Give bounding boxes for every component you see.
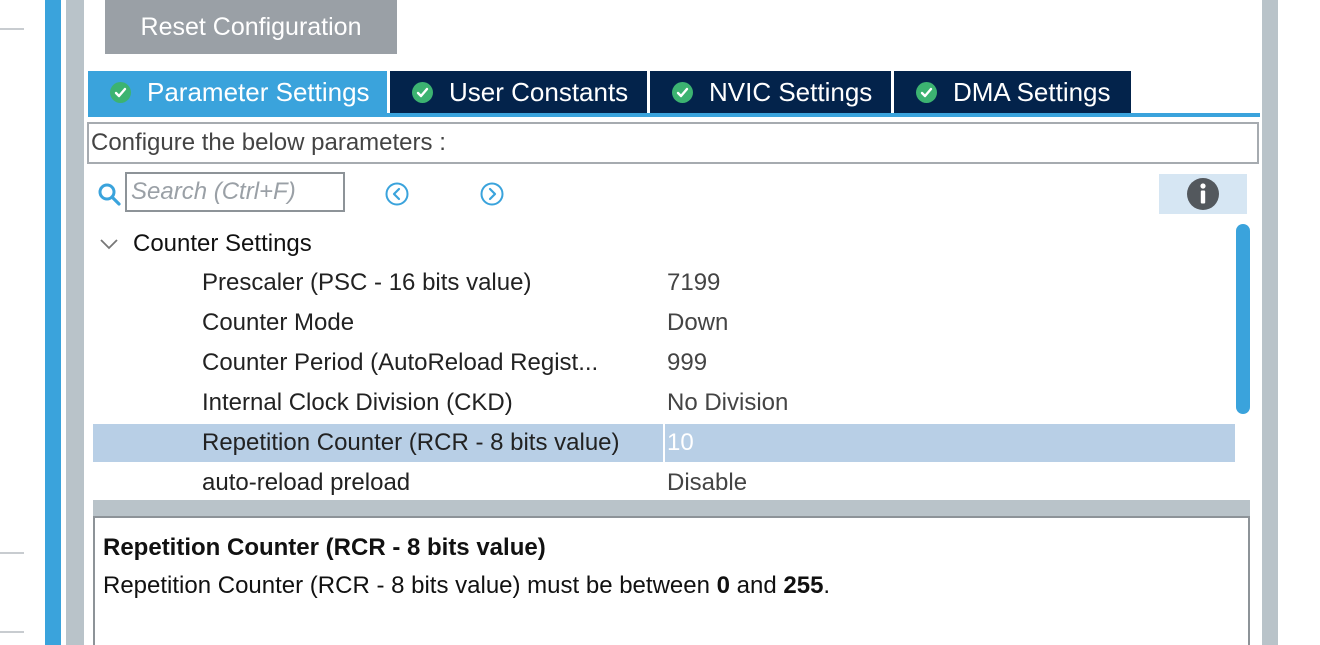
group-counter-settings[interactable]: Counter Settings (98, 226, 312, 262)
group-label: Counter Settings (133, 230, 312, 257)
param-name: Counter Mode (202, 309, 355, 336)
parameters-header: Configure the below parameters : (87, 122, 1259, 164)
search-input[interactable] (125, 172, 345, 212)
info-button[interactable] (1159, 174, 1247, 214)
tab-underline (88, 113, 1260, 117)
parameters-header-text: Configure the below parameters : (91, 129, 446, 156)
param-name: auto-reload preload (202, 469, 411, 496)
param-row-counter-period[interactable]: Counter Period (AutoReload Regist... 999 (93, 344, 1233, 382)
param-row-clock-division[interactable]: Internal Clock Division (CKD) No Divisio… (93, 384, 1233, 422)
param-name: Repetition Counter (RCR - 8 bits value) (202, 429, 620, 456)
check-circle-icon (110, 81, 131, 103)
arrow-left-circle-icon[interactable] (385, 182, 409, 206)
splitter[interactable] (93, 500, 1250, 516)
right-panel-border (1262, 0, 1278, 645)
tab-label: DMA Settings (953, 76, 1111, 107)
tab-dma-settings[interactable]: DMA Settings (894, 71, 1131, 113)
config-tabs: Parameter Settings User Constants NVIC S… (88, 71, 1134, 113)
tab-parameter-settings[interactable]: Parameter Settings (88, 71, 387, 113)
left-accent-bar (45, 0, 61, 645)
param-row-counter-mode[interactable]: Counter Mode Down (93, 304, 1233, 342)
param-name: Internal Clock Division (CKD) (202, 389, 513, 416)
param-value[interactable]: Down (667, 304, 728, 342)
left-panel-divider (0, 552, 24, 554)
param-value[interactable]: 7199 (667, 264, 720, 302)
description-panel: Repetition Counter (RCR - 8 bits value) … (93, 516, 1250, 645)
check-circle-icon (916, 81, 937, 103)
tab-nvic-settings[interactable]: NVIC Settings (650, 71, 891, 113)
description-max: 255 (783, 572, 824, 599)
value-cell-highlight (663, 424, 1235, 462)
chevron-down-icon[interactable] (98, 233, 120, 255)
description-text: Repetition Counter (RCR - 8 bits value) … (103, 572, 830, 600)
tab-label: Parameter Settings (147, 76, 370, 107)
description-text-prefix: Repetition Counter (RCR - 8 bits value) … (103, 572, 717, 599)
check-circle-icon (412, 81, 433, 103)
param-value[interactable]: 999 (667, 344, 707, 382)
info-icon (1187, 178, 1219, 210)
left-panel-divider (0, 28, 24, 30)
description-text-suffix: . (823, 572, 831, 599)
search-icon[interactable] (97, 182, 121, 206)
tab-user-constants[interactable]: User Constants (390, 71, 647, 113)
param-value[interactable]: No Division (667, 384, 788, 422)
description-min: 0 (716, 572, 730, 599)
param-value[interactable]: 10 (667, 424, 694, 462)
param-row-prescaler[interactable]: Prescaler (PSC - 16 bits value) 7199 (93, 264, 1233, 302)
tab-label: NVIC Settings (709, 76, 873, 107)
param-name: Prescaler (PSC - 16 bits value) (202, 269, 532, 296)
check-circle-icon (672, 81, 693, 103)
scrollbar-thumb[interactable] (1236, 224, 1250, 414)
param-row-repetition-counter[interactable]: Repetition Counter (RCR - 8 bits value) … (93, 424, 1235, 462)
description-text-and: and (729, 572, 784, 599)
left-panel-divider (0, 631, 24, 633)
description-title: Repetition Counter (RCR - 8 bits value) (103, 534, 546, 561)
arrow-right-circle-icon[interactable] (480, 182, 504, 206)
param-row-auto-reload-preload[interactable]: auto-reload preload Disable (93, 464, 1233, 502)
param-name: Counter Period (AutoReload Regist... (202, 349, 599, 376)
tab-label: User Constants (449, 76, 629, 107)
reset-configuration-button[interactable]: Reset Configuration (105, 0, 397, 54)
left-panel-border (66, 0, 84, 645)
param-value[interactable]: Disable (667, 464, 747, 502)
